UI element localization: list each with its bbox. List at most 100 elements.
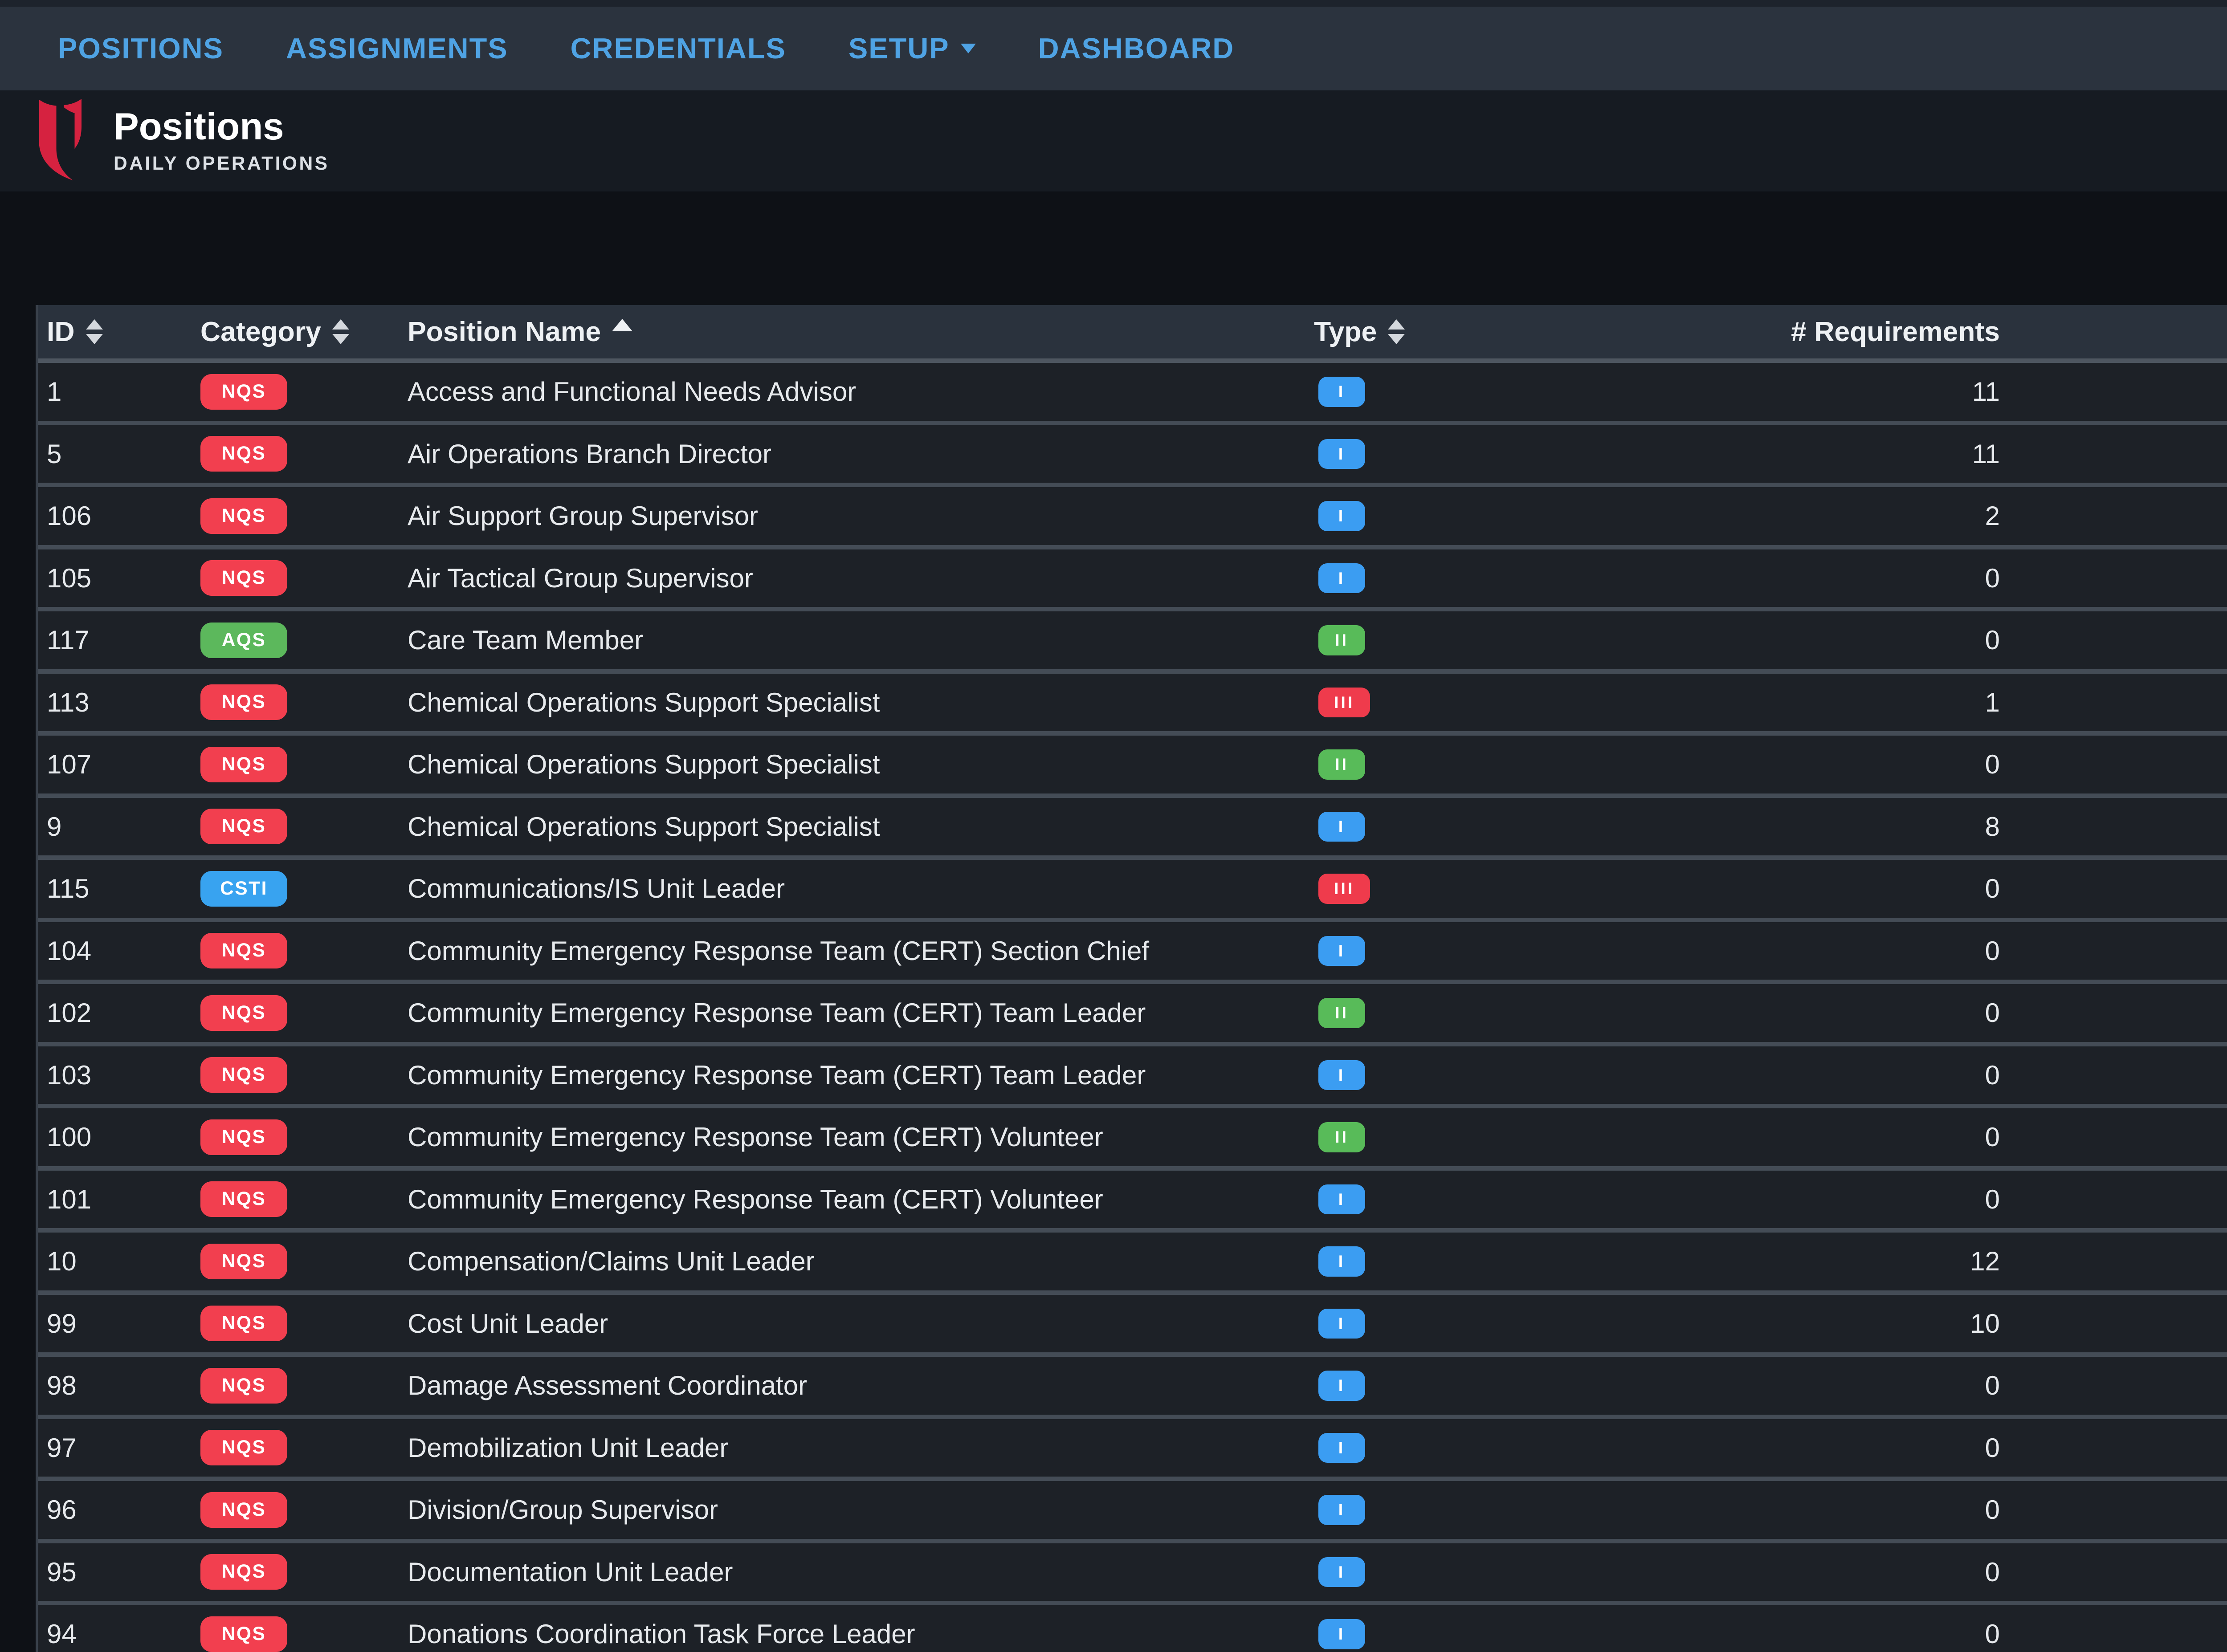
cell-partially-qualified: 6 xyxy=(2018,1308,2227,1339)
table-row[interactable]: 100 NQS Community Emergency Response Tea… xyxy=(38,1108,2227,1171)
tab-label: DASHBOARD xyxy=(1038,32,1235,65)
cell-id: 96 xyxy=(38,1494,194,1525)
cell-partially-qualified: 0 xyxy=(2018,1184,2227,1215)
cell-id: 100 xyxy=(38,1122,194,1152)
type-badge: I xyxy=(1318,1060,1365,1090)
column-label: Type xyxy=(1314,316,1377,348)
category-badge: NQS xyxy=(200,995,287,1031)
tab-assignments[interactable]: ASSIGNMENTS xyxy=(255,7,539,104)
type-badge: I xyxy=(1318,1557,1365,1587)
cell-partially-qualified: 0 xyxy=(2018,936,2227,966)
cell-position-name: Damage Assessment Coordinator xyxy=(405,1370,1307,1401)
type-badge: I xyxy=(1318,1433,1365,1463)
cell-requirements: 0 xyxy=(1574,1557,2018,1587)
table-body: 1 NQS Access and Functional Needs Adviso… xyxy=(38,363,2227,1652)
category-badge: NQS xyxy=(200,1430,287,1465)
cell-partially-qualified: 0 xyxy=(2018,625,2227,655)
table-row[interactable]: 104 NQS Community Emergency Response Tea… xyxy=(38,922,2227,985)
table-row[interactable]: 103 NQS Community Emergency Response Tea… xyxy=(38,1046,2227,1109)
column-header-position-name[interactable]: Position Name xyxy=(405,316,1307,348)
cell-requirements: 0 xyxy=(1574,1494,2018,1525)
cell-position-name: Care Team Member xyxy=(405,625,1307,655)
tab-dashboard[interactable]: DASHBOARD xyxy=(1007,7,1266,104)
page-subtitle: DAILY OPERATIONS xyxy=(114,153,330,175)
table-row[interactable]: 5 NQS Air Operations Branch Director I 1… xyxy=(38,425,2227,488)
column-header-category[interactable]: Category xyxy=(194,316,405,348)
sort-ascending-icon xyxy=(612,319,632,331)
table-row[interactable]: 117 AQS Care Team Member II 0 0 0 xyxy=(38,611,2227,674)
column-header-type[interactable]: Type xyxy=(1307,316,1574,348)
category-badge: NQS xyxy=(200,374,287,410)
table-row[interactable]: 113 NQS Chemical Operations Support Spec… xyxy=(38,674,2227,736)
cell-requirements: 2 xyxy=(1574,500,2018,531)
type-badge: I xyxy=(1318,501,1365,531)
table-row[interactable]: 10 NQS Compensation/Claims Unit Leader I… xyxy=(38,1233,2227,1295)
cell-position-name: Air Support Group Supervisor xyxy=(405,500,1307,531)
tab-label: POSITIONS xyxy=(58,32,224,65)
table-header-row: ID Category Position Name Type # Require… xyxy=(38,305,2227,363)
type-badge: II xyxy=(1318,625,1365,655)
cell-partially-qualified: 0 xyxy=(2018,997,2227,1028)
category-badge: NQS xyxy=(200,1554,287,1590)
cell-requirements: 12 xyxy=(1574,1246,2018,1277)
tab-credentials[interactable]: CREDENTIALS xyxy=(539,7,817,104)
cell-id: 101 xyxy=(38,1184,194,1215)
table-row[interactable]: 107 NQS Chemical Operations Support Spec… xyxy=(38,736,2227,798)
window-top-strip xyxy=(0,0,2227,7)
sort-icon xyxy=(1388,319,1405,344)
cell-position-name: Cost Unit Leader xyxy=(405,1308,1307,1339)
positions-page: POSITIONS ASSIGNMENTS CREDENTIALS SETUP … xyxy=(0,0,2227,1652)
cell-position-name: Documentation Unit Leader xyxy=(405,1557,1307,1587)
cell-id: 115 xyxy=(38,873,194,904)
table-row[interactable]: 1 NQS Access and Functional Needs Adviso… xyxy=(38,363,2227,425)
cell-partially-qualified: 8 xyxy=(2018,1246,2227,1277)
column-header-id[interactable]: ID xyxy=(38,316,194,348)
table-row[interactable]: 97 NQS Demobilization Unit Leader I 0 0 … xyxy=(38,1419,2227,1481)
sort-icon xyxy=(332,319,349,344)
positions-table: ID Category Position Name Type # Require… xyxy=(36,305,2227,1652)
cell-partially-qualified: 0 xyxy=(2018,1557,2227,1587)
table-row[interactable]: 105 NQS Air Tactical Group Supervisor I … xyxy=(38,549,2227,612)
cell-id: 113 xyxy=(38,687,194,718)
cell-requirements: 0 xyxy=(1574,749,2018,780)
cell-position-name: Community Emergency Response Team (CERT)… xyxy=(405,1060,1307,1090)
cell-id: 10 xyxy=(38,1246,194,1277)
sort-icon xyxy=(86,319,103,344)
category-badge: NQS xyxy=(200,560,287,596)
cell-position-name: Community Emergency Response Team (CERT)… xyxy=(405,1184,1307,1215)
tab-positions[interactable]: POSITIONS xyxy=(27,7,255,104)
app-logo-shield-icon xyxy=(29,96,91,185)
category-badge: NQS xyxy=(200,747,287,782)
table-row[interactable]: 115 CSTI Communications/IS Unit Leader I… xyxy=(38,860,2227,922)
tab-setup[interactable]: SETUP xyxy=(817,7,1007,104)
cell-requirements: 0 xyxy=(1574,936,2018,966)
table-row[interactable]: 9 NQS Chemical Operations Support Specia… xyxy=(38,798,2227,860)
cell-partially-qualified: 0 xyxy=(2018,1494,2227,1525)
table-row[interactable]: 106 NQS Air Support Group Supervisor I 2… xyxy=(38,487,2227,549)
cell-id: 9 xyxy=(38,811,194,842)
table-row[interactable]: 98 NQS Damage Assessment Coordinator I 0… xyxy=(38,1357,2227,1419)
cell-id: 99 xyxy=(38,1308,194,1339)
cell-requirements: 1 xyxy=(1574,687,2018,718)
tab-label: CREDENTIALS xyxy=(571,32,786,65)
table-row[interactable]: 96 NQS Division/Group Supervisor I 0 0 0 xyxy=(38,1481,2227,1543)
category-badge: NQS xyxy=(200,1244,287,1279)
table-row[interactable]: 94 NQS Donations Coordination Task Force… xyxy=(38,1605,2227,1652)
table-row[interactable]: 99 NQS Cost Unit Leader I 10 6 2 xyxy=(38,1295,2227,1357)
table-row[interactable]: 101 NQS Community Emergency Response Tea… xyxy=(38,1171,2227,1233)
table-row[interactable]: 102 NQS Community Emergency Response Tea… xyxy=(38,984,2227,1046)
cell-position-name: Demobilization Unit Leader xyxy=(405,1432,1307,1463)
cell-requirements: 0 xyxy=(1574,873,2018,904)
cell-requirements: 0 xyxy=(1574,1432,2018,1463)
type-badge: I xyxy=(1318,1309,1365,1339)
table-row[interactable]: 95 NQS Documentation Unit Leader I 0 0 0 xyxy=(38,1543,2227,1606)
type-badge: II xyxy=(1318,749,1365,780)
category-badge: NQS xyxy=(200,436,287,472)
cell-position-name: Donations Coordination Task Force Leader xyxy=(405,1619,1307,1649)
cell-position-name: Chemical Operations Support Specialist xyxy=(405,687,1307,718)
column-label: # Requirements xyxy=(1791,316,2000,348)
column-label: Position Name xyxy=(408,316,601,348)
cell-requirements: 0 xyxy=(1574,1060,2018,1090)
cell-position-name: Community Emergency Response Team (CERT)… xyxy=(405,997,1307,1028)
cell-position-name: Community Emergency Response Team (CERT)… xyxy=(405,1122,1307,1152)
